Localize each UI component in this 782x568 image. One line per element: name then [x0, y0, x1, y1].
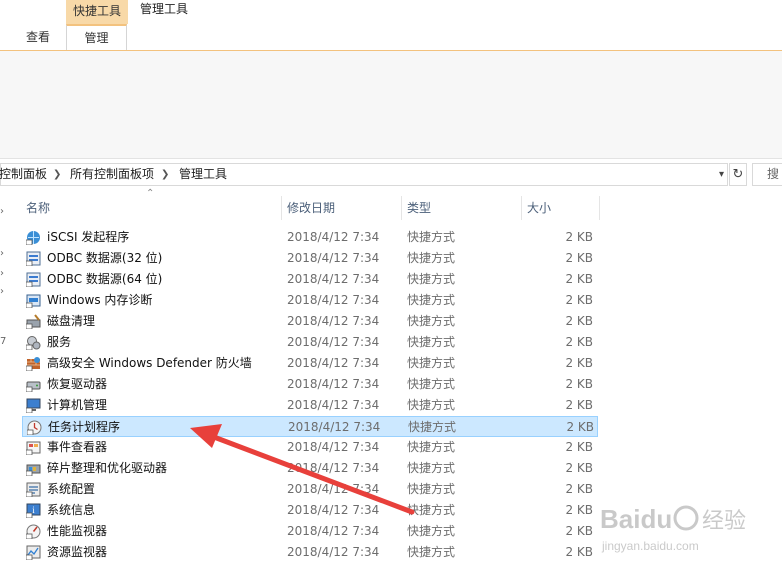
file-date: 2018/4/12 7:34	[287, 398, 380, 412]
clock-icon	[27, 420, 42, 435]
file-date: 2018/4/12 7:34	[287, 524, 380, 538]
file-type: 快捷方式	[407, 356, 456, 370]
file-name: 碎片整理和优化驱动器	[47, 461, 168, 475]
file-name: 资源监视器	[47, 545, 108, 559]
annotation-arrow	[190, 424, 415, 515]
memory-icon	[26, 294, 41, 308]
file-type: 快捷方式	[407, 524, 456, 538]
file-size: 2 KB	[565, 314, 593, 328]
watermark-url: jingyan.baidu.com	[601, 539, 699, 553]
file-size: 2 KB	[565, 230, 593, 244]
file-size: 2 KB	[565, 251, 593, 265]
file-size: 2 KB	[565, 293, 593, 307]
file-date: 2018/4/12 7:34	[287, 314, 380, 328]
disk-cleanup-icon	[26, 314, 41, 329]
drive-icon	[26, 381, 41, 392]
file-row[interactable]: ODBC 数据源(64 位) 2018/4/12 7:34 快捷方式 2 KB	[22, 269, 598, 290]
file-type: 快捷方式	[407, 545, 456, 559]
file-size: 2 KB	[566, 420, 594, 434]
file-size: 2 KB	[565, 335, 593, 349]
resource-icon	[26, 545, 41, 560]
file-name: 系统配置	[47, 482, 96, 496]
file-size: 2 KB	[565, 356, 593, 370]
file-name: 性能监视器	[47, 524, 108, 538]
file-row[interactable]: 性能监视器 2018/4/12 7:34 快捷方式 2 KB	[22, 521, 598, 542]
globe-icon	[26, 231, 40, 245]
file-date: 2018/4/12 7:34	[287, 251, 380, 265]
file-size: 2 KB	[565, 503, 593, 517]
file-name: ODBC 数据源(64 位)	[47, 272, 163, 286]
file-date: 2018/4/12 7:34	[287, 230, 380, 244]
file-name: 磁盘清理	[47, 314, 96, 328]
database-icon	[26, 272, 41, 287]
firewall-icon	[26, 357, 40, 371]
file-type: 快捷方式	[407, 377, 456, 391]
event-icon	[26, 441, 41, 455]
computer-icon	[26, 398, 41, 413]
file-type: 快捷方式	[407, 272, 456, 286]
file-date: 2018/4/12 7:34	[287, 272, 380, 286]
config-icon	[26, 482, 41, 497]
file-type: 快捷方式	[407, 398, 456, 412]
file-type: 快捷方式	[407, 230, 456, 244]
file-size: 2 KB	[565, 524, 593, 538]
file-date: 2018/4/12 7:34	[287, 545, 380, 559]
gears-icon	[26, 336, 41, 350]
file-size: 2 KB	[565, 461, 593, 475]
watermark-cn: 经验	[702, 509, 746, 534]
file-type: 快捷方式	[407, 293, 456, 307]
file-row[interactable]: 资源监视器 2018/4/12 7:34 快捷方式 2 KB	[22, 542, 598, 563]
database-icon	[26, 251, 41, 266]
file-name: 事件查看器	[47, 440, 108, 454]
file-name: Windows 内存诊断	[47, 293, 153, 307]
info-icon: i	[26, 503, 41, 518]
file-size: 2 KB	[565, 545, 593, 559]
file-name: iSCSI 发起程序	[47, 230, 130, 244]
watermark-brand: Baidu	[600, 504, 672, 534]
file-row[interactable]: ODBC 数据源(32 位) 2018/4/12 7:34 快捷方式 2 KB	[22, 248, 598, 269]
file-size: 2 KB	[565, 440, 593, 454]
file-name: 计算机管理	[47, 398, 108, 412]
file-date: 2018/4/12 7:34	[287, 335, 380, 349]
file-row[interactable]: iSCSI 发起程序 2018/4/12 7:34 快捷方式 2 KB	[22, 227, 598, 248]
file-row[interactable]: 高级安全 Windows Defender 防火墙 2018/4/12 7:34 快…	[22, 353, 598, 374]
file-row[interactable]: Windows 内存诊断 2018/4/12 7:34 快捷方式 2 KB	[22, 290, 598, 311]
file-name: 恢复驱动器	[47, 377, 108, 391]
file-type: 快捷方式	[407, 335, 456, 349]
file-row[interactable]: 磁盘清理 2018/4/12 7:34 快捷方式 2 KB	[22, 311, 598, 332]
file-size: 2 KB	[565, 398, 593, 412]
file-date: 2018/4/12 7:34	[287, 293, 380, 307]
file-size: 2 KB	[565, 272, 593, 286]
defrag-icon	[26, 464, 41, 476]
file-date: 2018/4/12 7:34	[287, 356, 380, 370]
perf-icon	[26, 524, 41, 539]
file-row[interactable]: 恢复驱动器 2018/4/12 7:34 快捷方式 2 KB	[22, 374, 598, 395]
file-type: 快捷方式	[407, 314, 456, 328]
file-name: ODBC 数据源(32 位)	[47, 251, 163, 265]
file-name: 高级安全 Windows Defender 防火墙	[47, 356, 252, 370]
file-name: 任务计划程序	[48, 420, 121, 434]
file-size: 2 KB	[565, 482, 593, 496]
file-date: 2018/4/12 7:34	[287, 377, 380, 391]
file-row[interactable]: 服务 2018/4/12 7:34 快捷方式 2 KB	[22, 332, 598, 353]
file-row[interactable]: 计算机管理 2018/4/12 7:34 快捷方式 2 KB	[22, 395, 598, 416]
baidu-watermark: Baidu 经验 jingyan.baidu.com	[600, 498, 750, 558]
file-name: 服务	[47, 335, 72, 349]
file-name: 系统信息	[47, 503, 96, 517]
file-size: 2 KB	[565, 377, 593, 391]
file-type: 快捷方式	[407, 251, 456, 265]
